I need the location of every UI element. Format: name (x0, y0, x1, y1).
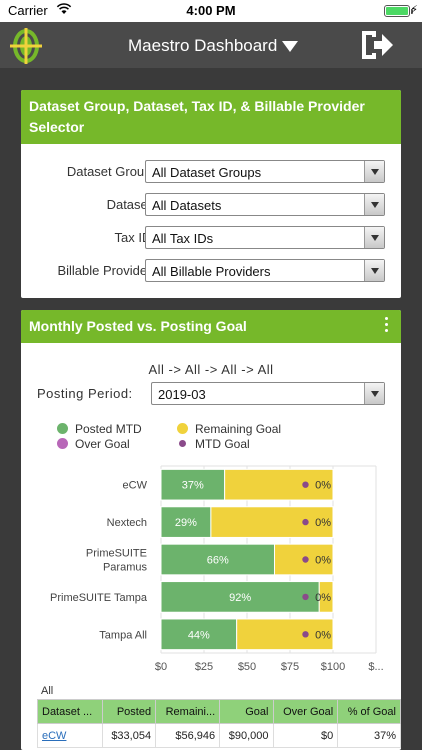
legend-label: Over Goal (75, 437, 130, 451)
dropdown-arrow-icon[interactable] (364, 260, 384, 281)
dataset-group-row: Dataset Group: All Dataset Groups (21, 160, 401, 184)
data-label-posted: 37% (182, 480, 204, 492)
category-label: eCW (123, 480, 148, 492)
tax-id-select[interactable]: All Tax IDs (145, 226, 385, 249)
tax-id-row: Tax ID: All Tax IDs (21, 226, 401, 250)
dataset-value: All Datasets (152, 198, 222, 213)
table-cell[interactable]: eCW (37, 723, 103, 748)
billable-provider-value: All Billable Providers (152, 264, 271, 279)
data-label-posted: 44% (188, 629, 210, 641)
clock-time: 4:00 PM (186, 3, 236, 18)
table-body: eCW $33,054 $56,946 $90,000 $0 37% (37, 723, 401, 748)
dropdown-arrow-icon[interactable] (364, 194, 384, 215)
dropdown-arrow-icon[interactable] (364, 383, 384, 404)
data-label-over-goal: 0% (315, 480, 331, 492)
table-cell: $33,054 (101, 723, 157, 748)
x-tick-label: $25 (195, 661, 213, 673)
dropdown-arrow-icon[interactable] (364, 227, 384, 248)
column-header[interactable]: Dataset ... (37, 699, 103, 724)
mtd-goal-marker (302, 518, 309, 526)
category-label: Paramus (103, 562, 148, 574)
category-label: PrimeSUITE Tampa (50, 592, 148, 604)
table-cell: 37% (337, 723, 401, 748)
category-label: Nextech (107, 517, 147, 529)
battery-icon (384, 5, 413, 17)
column-header[interactable]: Over Goal (272, 699, 339, 724)
category-label: Tampa All (99, 629, 147, 641)
nav-title: Maestro Dashboard (128, 36, 278, 55)
tax-id-value: All Tax IDs (152, 231, 214, 246)
billable-provider-select[interactable]: All Billable Providers (145, 259, 385, 282)
x-tick-label: $100 (321, 661, 345, 673)
column-header[interactable]: Goal (219, 699, 274, 724)
dataset-select[interactable]: All Datasets (145, 193, 385, 216)
x-tick-label: $75 (281, 661, 299, 673)
status-bar: Carrier 4:00 PM ⚡ (0, 0, 422, 22)
selector-card: Dataset Group, Dataset, Tax ID, & Billab… (21, 90, 401, 298)
mtd-goal-marker (302, 593, 309, 601)
billable-provider-row: Billable Provider: All Billable Provider… (21, 259, 401, 283)
data-label-over-goal: 0% (315, 555, 331, 567)
posting-goal-card: Monthly Posted vs. Posting Goal All -> A… (21, 310, 401, 750)
x-tick-label: $50 (238, 661, 256, 673)
legend-dot (177, 423, 188, 434)
legend-dot (179, 440, 186, 447)
nav-bar: Maestro Dashboard (0, 22, 422, 68)
legend-dot (57, 423, 68, 434)
posting-goal-card-header: Monthly Posted vs. Posting Goal (21, 310, 401, 343)
legend-label: Posted MTD (75, 422, 142, 436)
table-cell: $90,000 (219, 723, 274, 748)
data-label-posted: 29% (175, 517, 197, 529)
dataset-group-label: Dataset Group: (66, 164, 155, 179)
dataset-group-value: All Dataset Groups (152, 165, 262, 180)
posting-period-select[interactable]: 2019-03 (151, 382, 385, 405)
mtd-goal-marker (302, 481, 309, 488)
legend-dot (57, 438, 68, 449)
dataset-group-select[interactable]: All Dataset Groups (145, 160, 385, 183)
column-header[interactable]: Remaini... (155, 699, 221, 724)
chart-legend: Posted MTD Remaining Goal Over Goal MTD … (21, 422, 401, 456)
posting-period-value: 2019-03 (158, 387, 206, 402)
table-caption: All (41, 685, 54, 697)
posting-goal-table: Dataset ... Posted Remaini... Goal Over Goal… (37, 699, 401, 748)
more-options-icon[interactable] (385, 317, 389, 335)
app-logo-icon[interactable] (8, 26, 44, 66)
posting-period-label: Posting Period: (37, 386, 133, 401)
dropdown-arrow-icon[interactable] (364, 161, 384, 182)
billable-provider-label: Billable Provider: (57, 263, 155, 278)
data-label-over-goal: 0% (315, 517, 331, 529)
mtd-goal-marker (302, 631, 309, 638)
legend-label: MTD Goal (195, 437, 250, 451)
table-header-row: Dataset ... Posted Remaini... Goal Over Goal… (37, 699, 401, 724)
filter-path: All -> All -> All -> All (148, 362, 274, 377)
table-row: eCW $33,054 $56,946 $90,000 $0 37% (37, 723, 401, 748)
x-tick-label: $0 (155, 661, 167, 673)
dataset-row: Dataset: All Datasets (21, 193, 401, 217)
dataset-link[interactable]: eCW (42, 730, 66, 742)
data-label-over-goal: 0% (315, 629, 331, 641)
column-header[interactable]: % of Goal (337, 699, 401, 724)
category-label: PrimeSUITE (86, 548, 147, 560)
caret-down-icon[interactable] (282, 41, 298, 53)
posting-goal-chart: $0 $25 $50 $75 $100 $... eCW 37% 0% Nextech 29% 0% P… (50, 465, 384, 673)
data-label-over-goal: 0% (315, 592, 331, 604)
mtd-goal-marker (302, 556, 309, 563)
charging-icon: ⚡ (410, 4, 418, 16)
table-cell: $0 (272, 723, 339, 748)
dashboard-switcher[interactable]: Maestro Dashboard (128, 34, 308, 58)
x-tick-label: $... (368, 661, 383, 673)
data-label-posted: 92% (229, 592, 251, 604)
selector-card-header: Dataset Group, Dataset, Tax ID, & Billab… (21, 90, 401, 144)
data-label-posted: 66% (207, 555, 229, 567)
legend-label: Remaining Goal (195, 422, 282, 436)
column-header[interactable]: Posted (101, 699, 157, 724)
table-cell: $56,946 (155, 723, 221, 748)
logout-icon[interactable] (360, 28, 394, 62)
